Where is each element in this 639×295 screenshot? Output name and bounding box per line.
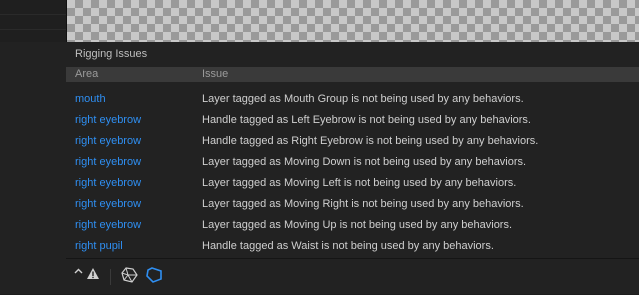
column-header-issue[interactable]: Issue xyxy=(202,68,228,80)
table-row[interactable]: mouth Layer tagged as Mouth Group is not… xyxy=(66,89,639,110)
panel-footer xyxy=(66,258,639,295)
issue-text: Handle tagged as Left Eyebrow is not bei… xyxy=(202,114,531,126)
column-header-area[interactable]: Area xyxy=(75,68,98,80)
left-panel xyxy=(0,0,67,42)
table-row[interactable]: right eyebrow Layer tagged as Moving Up … xyxy=(66,215,639,236)
area-link[interactable]: right eyebrow xyxy=(75,135,141,147)
area-link[interactable]: right eyebrow xyxy=(75,156,141,168)
issue-text: Layer tagged as Mouth Group is not being… xyxy=(202,93,524,105)
mesh-icon[interactable] xyxy=(121,267,138,283)
area-link[interactable]: right eyebrow xyxy=(75,114,141,126)
table-row[interactable]: right eyebrow Handle tagged as Right Eye… xyxy=(66,131,639,152)
issues-table: mouth Layer tagged as Mouth Group is not… xyxy=(66,89,639,257)
table-header: Area Issue xyxy=(66,67,639,82)
rigging-issues-panel: Rigging Issues Area Issue mouth Layer ta… xyxy=(0,42,639,294)
area-link[interactable]: right eyebrow xyxy=(75,177,141,189)
table-row[interactable]: right pupil Handle tagged as Waist is no… xyxy=(66,236,639,257)
divider xyxy=(110,269,111,285)
table-row[interactable]: right eyebrow Layer tagged as Moving Dow… xyxy=(66,152,639,173)
area-link[interactable]: right eyebrow xyxy=(75,198,141,210)
divider xyxy=(0,29,66,30)
chevron-up-icon[interactable] xyxy=(74,267,83,276)
area-link[interactable]: right eyebrow xyxy=(75,219,141,231)
issue-text: Handle tagged as Waist is not being used… xyxy=(202,240,494,252)
area-link[interactable]: right pupil xyxy=(75,240,123,252)
issue-text: Handle tagged as Right Eyebrow is not be… xyxy=(202,135,539,147)
polygon-icon[interactable] xyxy=(146,267,163,283)
table-row[interactable]: right eyebrow Handle tagged as Left Eyeb… xyxy=(66,110,639,131)
issue-text: Layer tagged as Moving Down is not being… xyxy=(202,156,527,168)
table-row[interactable]: right eyebrow Layer tagged as Moving Lef… xyxy=(66,173,639,194)
issue-text: Layer tagged as Moving Right is not bein… xyxy=(202,198,524,210)
divider xyxy=(0,14,66,15)
warning-icon[interactable] xyxy=(86,267,100,280)
stage-canvas[interactable] xyxy=(67,0,639,42)
panel-title: Rigging Issues xyxy=(75,48,148,60)
table-row[interactable]: right eyebrow Layer tagged as Moving Rig… xyxy=(66,194,639,215)
issue-text: Layer tagged as Moving Left is not being… xyxy=(202,177,517,189)
issue-text: Layer tagged as Moving Up is not being u… xyxy=(202,219,513,231)
area-link[interactable]: mouth xyxy=(75,93,106,105)
